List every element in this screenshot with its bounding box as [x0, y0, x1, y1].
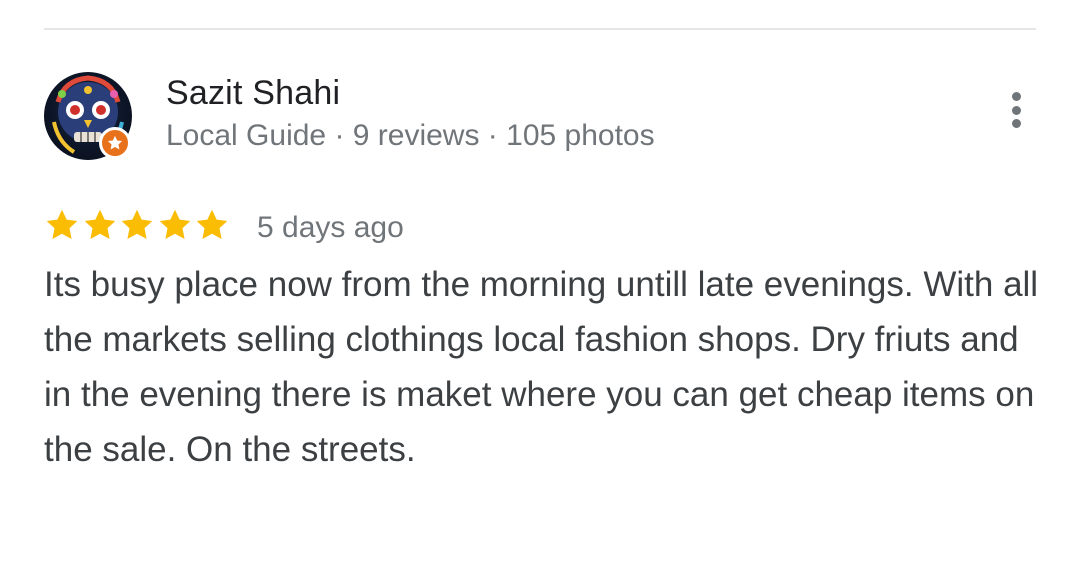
star-icon	[84, 209, 115, 239]
star-icon	[46, 209, 78, 239]
more-vert-icon-dot	[1011, 105, 1021, 115]
more-options-button[interactable]	[1000, 88, 1032, 132]
top-divider	[44, 28, 1036, 30]
star-icon	[121, 209, 153, 239]
more-vert-icon-dot	[1011, 92, 1021, 101]
review-date: 5 days ago	[257, 211, 404, 244]
star-icon	[196, 209, 228, 239]
review-text: Its busy place now from the morning unti…	[44, 265, 1039, 469]
star-icon	[159, 209, 190, 239]
reviewer-meta: Local Guide · 9 reviews · 105 photos	[166, 119, 655, 152]
reviewer-name[interactable]: Sazit Shahi	[166, 74, 340, 113]
local-guide-star-icon	[107, 135, 123, 150]
star-rating	[44, 207, 232, 243]
local-guide-badge	[99, 127, 131, 159]
more-vert-icon-dot	[1011, 119, 1021, 128]
